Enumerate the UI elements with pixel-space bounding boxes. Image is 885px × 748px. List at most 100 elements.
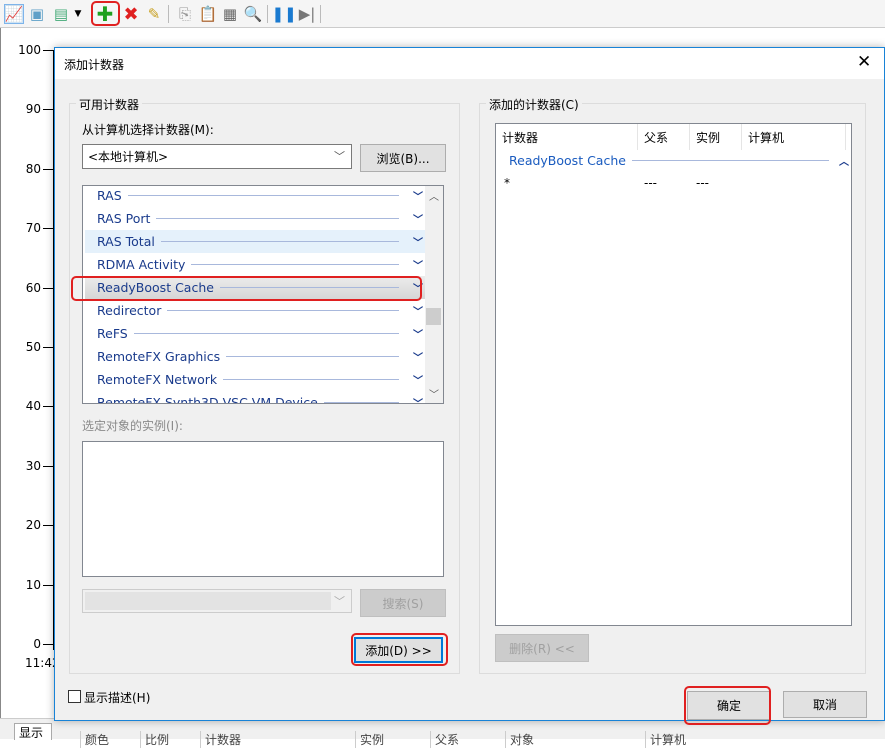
zoom-icon[interactable]: 🔍 — [243, 4, 263, 24]
counter-item[interactable]: RAS Port ﹀ — [85, 207, 425, 230]
added-column-header[interactable]: 父系 — [638, 124, 690, 150]
properties-icon[interactable]: ▦ — [220, 4, 240, 24]
counter-item[interactable]: Redirector ﹀ — [85, 299, 425, 322]
added-column-header[interactable]: 计数器 — [496, 124, 638, 150]
add-counters-dialog: 添加计数器 ✕ 可用计数器 从计算机选择计数器(M): <本地计算机> ﹀ 浏览… — [54, 47, 885, 725]
view-graph-icon[interactable]: 📈 — [4, 4, 24, 24]
counter-list-scrollbar[interactable]: ︿ ﹀ — [425, 186, 443, 403]
freeze-display-icon[interactable]: ❚❚ — [271, 4, 296, 24]
y-axis-label: 80 — [25, 161, 41, 176]
chevron-down-icon[interactable]: ﹀ — [413, 211, 425, 226]
counter-item[interactable]: RAS ﹀ — [85, 186, 425, 207]
view-histogram-icon[interactable]: ▣ — [27, 4, 47, 24]
y-axis-label: 100 — [18, 43, 41, 57]
y-axis-label: 50 — [25, 340, 41, 354]
copy-properties-icon[interactable]: ⎘ — [175, 4, 195, 24]
search-input[interactable]: ﹀ — [82, 589, 352, 613]
counter-item-label: RDMA Activity — [97, 257, 186, 272]
counter-item-label: RAS — [97, 188, 122, 203]
show-description-label: 显示描述(H) — [84, 691, 151, 705]
added-counter-row[interactable]: * --- --- — [496, 174, 851, 194]
chevron-down-icon[interactable]: ﹀ — [413, 188, 425, 203]
added-cell-instance: --- — [696, 176, 709, 190]
available-counters-label: 可用计数器 — [76, 96, 143, 113]
selected-counter-highlight — [71, 276, 422, 301]
counter-item-label: RAS Port — [97, 211, 151, 226]
y-axis-label: 20 — [25, 518, 41, 533]
scrollbar-thumb[interactable] — [426, 308, 441, 325]
counter-item-label: RemoteFX Graphics — [97, 349, 221, 364]
counter-item[interactable]: RDMA Activity ﹀ — [85, 253, 425, 276]
scroll-up-icon[interactable]: ︿ — [429, 188, 439, 203]
counter-item-label: Redirector — [97, 303, 162, 318]
column-header[interactable]: 颜色 — [80, 731, 109, 748]
y-axis-label: 90 — [25, 102, 41, 117]
counter-item-label: RemoteFX Network — [97, 372, 218, 387]
chevron-down-icon[interactable]: ﹀ — [413, 349, 425, 364]
chevron-down-icon[interactable]: ﹀ — [413, 372, 425, 387]
close-icon[interactable]: ✕ — [857, 52, 871, 72]
computer-select-value: <本地计算机> — [88, 150, 169, 164]
added-column-header[interactable]: 实例 — [690, 124, 742, 150]
cancel-button[interactable]: 取消 — [783, 691, 867, 718]
ok-button-highlight — [684, 686, 771, 725]
view-report-icon[interactable]: ▤ — [51, 4, 71, 24]
remove-button[interactable]: 删除(R) << — [495, 634, 589, 662]
added-counters-label: 添加的计数器(C) — [486, 96, 582, 113]
add-counter-highlight — [91, 1, 120, 26]
y-axis-label: 70 — [25, 221, 41, 236]
paste-counter-icon[interactable]: 📋 — [198, 4, 218, 24]
chevron-down-icon[interactable]: ﹀ — [413, 303, 425, 318]
y-axis-label: 10 — [25, 577, 41, 592]
update-data-icon[interactable]: ▶| — [297, 4, 317, 24]
counter-item[interactable]: RemoteFX Graphics ﹀ — [85, 345, 425, 368]
added-cell-parent: --- — [644, 176, 657, 190]
added-list-header: 计数器 父系 实例 计算机 — [496, 124, 851, 150]
browse-button[interactable]: 浏览(B)... — [360, 144, 446, 172]
instances-label: 选定对象的实例(I): — [82, 419, 183, 433]
counter-item-label: ReFS — [97, 326, 128, 341]
search-button[interactable]: 搜索(S) — [360, 589, 446, 617]
computer-select[interactable]: <本地计算机> ﹀ — [82, 144, 352, 169]
toolbar: 📈 ▣ ▤ ▼ ✚ ✖ ✎ ⎘ 📋 ▦ 🔍 ❚❚ ▶| — [0, 0, 885, 28]
chevron-down-icon[interactable]: ﹀ — [413, 257, 425, 272]
dialog-titlebar: 添加计数器 ✕ — [55, 48, 884, 79]
search-input-value — [85, 592, 331, 610]
column-header[interactable]: 实例 — [355, 731, 384, 748]
chevron-down-icon[interactable]: ﹀ — [413, 395, 425, 403]
delete-counter-icon[interactable]: ✖ — [121, 4, 141, 25]
column-header[interactable]: 比例 — [140, 731, 169, 748]
y-axis-label: 0 — [33, 637, 41, 651]
added-group-row[interactable]: ReadyBoost Cache ︿ — [509, 153, 849, 168]
counter-item-label: RAS Total — [97, 234, 155, 249]
scroll-down-icon[interactable]: ﹀ — [429, 386, 439, 401]
instances-list[interactable] — [82, 441, 444, 577]
y-axis-label: 30 — [25, 458, 41, 473]
chevron-up-icon[interactable]: ︿ — [839, 153, 849, 168]
y-axis-label: 40 — [25, 399, 41, 414]
added-counters-list[interactable]: 计数器 父系 实例 计算机 ReadyBoost Cache ︿ * --- --- — [495, 123, 852, 626]
add-button-highlight — [351, 633, 448, 666]
chevron-down-icon[interactable]: ﹀ — [413, 326, 425, 341]
dropdown-arrow-icon[interactable]: ▼ — [71, 4, 85, 24]
show-description-checkbox[interactable] — [68, 690, 81, 703]
column-header[interactable]: 计算机 — [645, 731, 686, 748]
chevron-down-icon: ﹀ — [334, 150, 345, 163]
dialog-title: 添加计数器 — [64, 58, 125, 72]
counter-item[interactable]: ReFS ﹀ — [85, 322, 425, 345]
added-cell-counter: * — [504, 176, 510, 190]
chevron-down-icon: ﹀ — [334, 595, 345, 608]
counter-item[interactable]: RemoteFX Network ﹀ — [85, 368, 425, 391]
column-header[interactable]: 计数器 — [200, 731, 241, 748]
added-column-header[interactable]: 计算机 — [742, 124, 846, 150]
counter-item[interactable]: RemoteFX Synth3D VSC VM Device ﹀ — [85, 391, 425, 403]
tab-display[interactable]: 显示 — [14, 723, 52, 740]
added-group-name: ReadyBoost Cache — [509, 153, 626, 168]
highlight-icon[interactable]: ✎ — [144, 4, 164, 24]
computer-label: 从计算机选择计数器(M): — [82, 123, 214, 137]
chevron-down-icon[interactable]: ﹀ — [413, 234, 425, 249]
counter-item[interactable]: RAS Total ﹀ — [85, 230, 425, 253]
column-header[interactable]: 父系 — [430, 731, 459, 748]
y-axis-label: 60 — [25, 280, 41, 295]
column-header[interactable]: 对象 — [505, 731, 534, 748]
